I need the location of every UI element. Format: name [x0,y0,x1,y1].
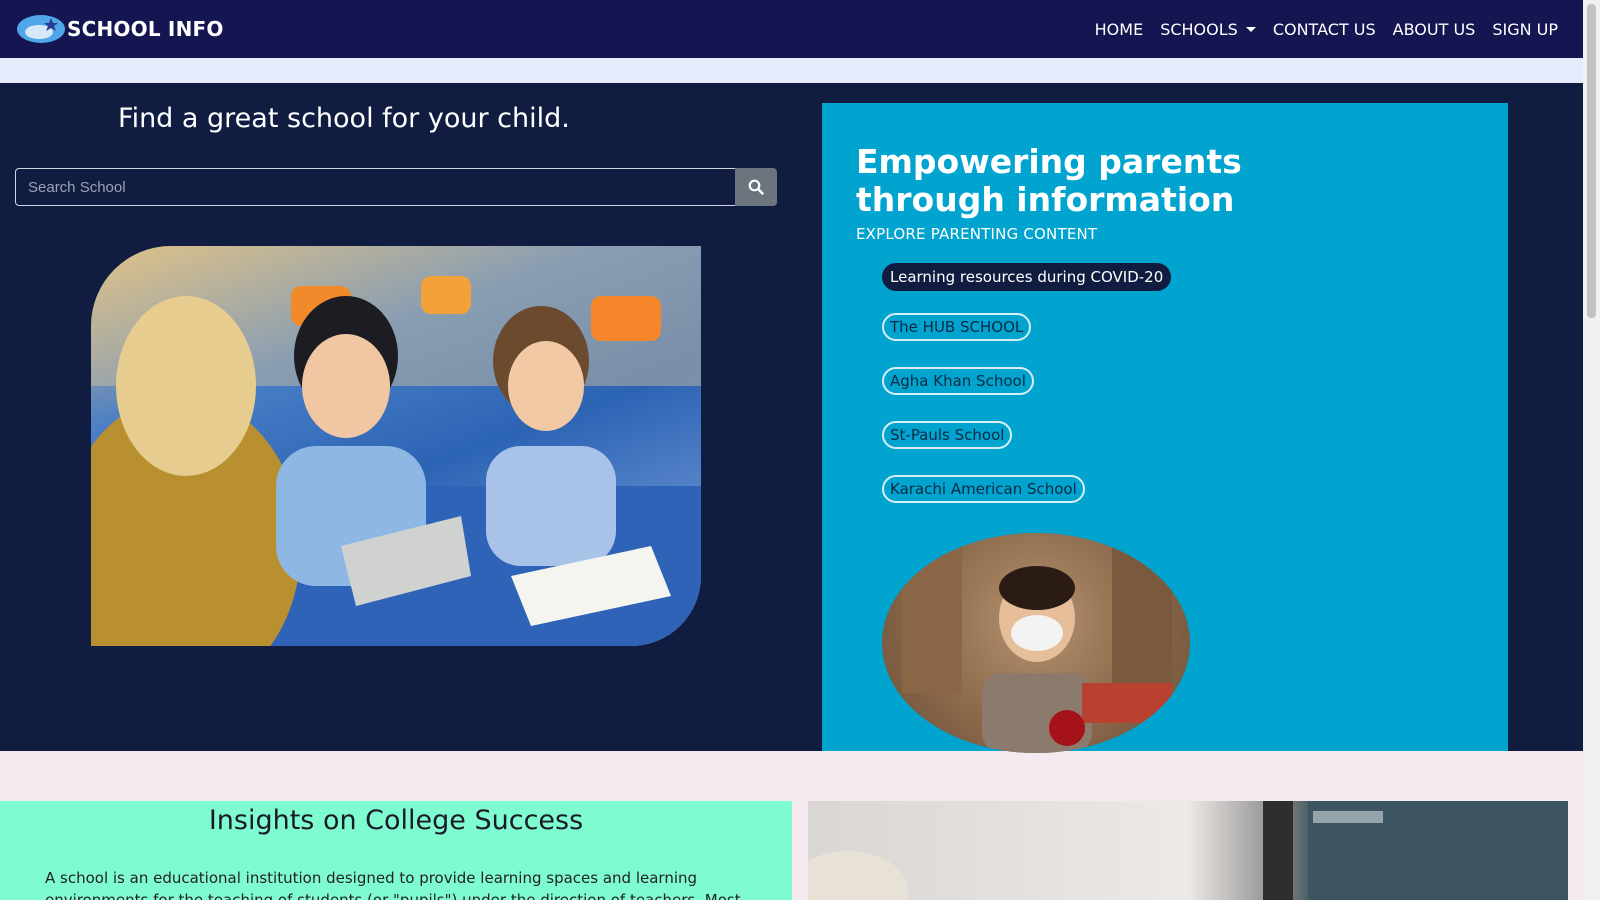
pill-hub-school[interactable]: The HUB SCHOOL [882,313,1032,341]
hero-section: Find a great school for your child. E [0,83,1583,753]
boy-mask-photo [882,533,1190,753]
brand[interactable]: SCHOOL INFO [15,12,224,46]
search-button[interactable] [735,168,777,206]
scrollbar-thumb[interactable] [1587,4,1596,318]
nav-contact[interactable]: CONTACT US [1273,20,1376,39]
brand-name: SCHOOL INFO [67,17,224,41]
search-input[interactable] [15,168,736,206]
navbar: SCHOOL INFO HOME SCHOOLS CONTACT US ABOU… [0,0,1583,58]
nav-home[interactable]: HOME [1095,20,1144,39]
classroom-photo [91,246,701,646]
hero-title: Find a great school for your child. [118,103,570,134]
nav-links: HOME SCHOOLS CONTACT US ABOUT US SIGN UP [1078,0,1558,58]
nav-schools[interactable]: SCHOOLS [1160,20,1256,39]
scrollbar[interactable] [1583,0,1600,900]
insights-text: A school is an educational institution d… [45,869,741,900]
pill-agha-khan-school[interactable]: Agha Khan School [882,367,1034,395]
chevron-down-icon [1245,26,1256,32]
pill-st-pauls-school[interactable]: St-Pauls School [882,421,1013,449]
insights-title: Insights on College Success [208,805,584,836]
insights-section: Insights on College Success A school is … [0,801,792,900]
panel-subtitle: EXPLORE PARENTING CONTENT [856,225,1098,243]
pill-karachi-american-school[interactable]: Karachi American School [882,475,1085,503]
pill-covid-resources[interactable]: Learning resources during COVID-20 [882,263,1172,291]
search-icon [748,179,764,195]
nav-about[interactable]: ABOUT US [1393,20,1476,39]
nav-schools-label: SCHOOLS [1160,19,1238,39]
panel-title: Empowering parents through information [856,142,1242,219]
nav-signup[interactable]: SIGN UP [1492,20,1558,39]
logo-icon [15,12,67,46]
header-strip [0,58,1583,83]
parenting-panel: Empowering parents through information E… [822,103,1508,753]
laptop-photo [808,801,1568,900]
